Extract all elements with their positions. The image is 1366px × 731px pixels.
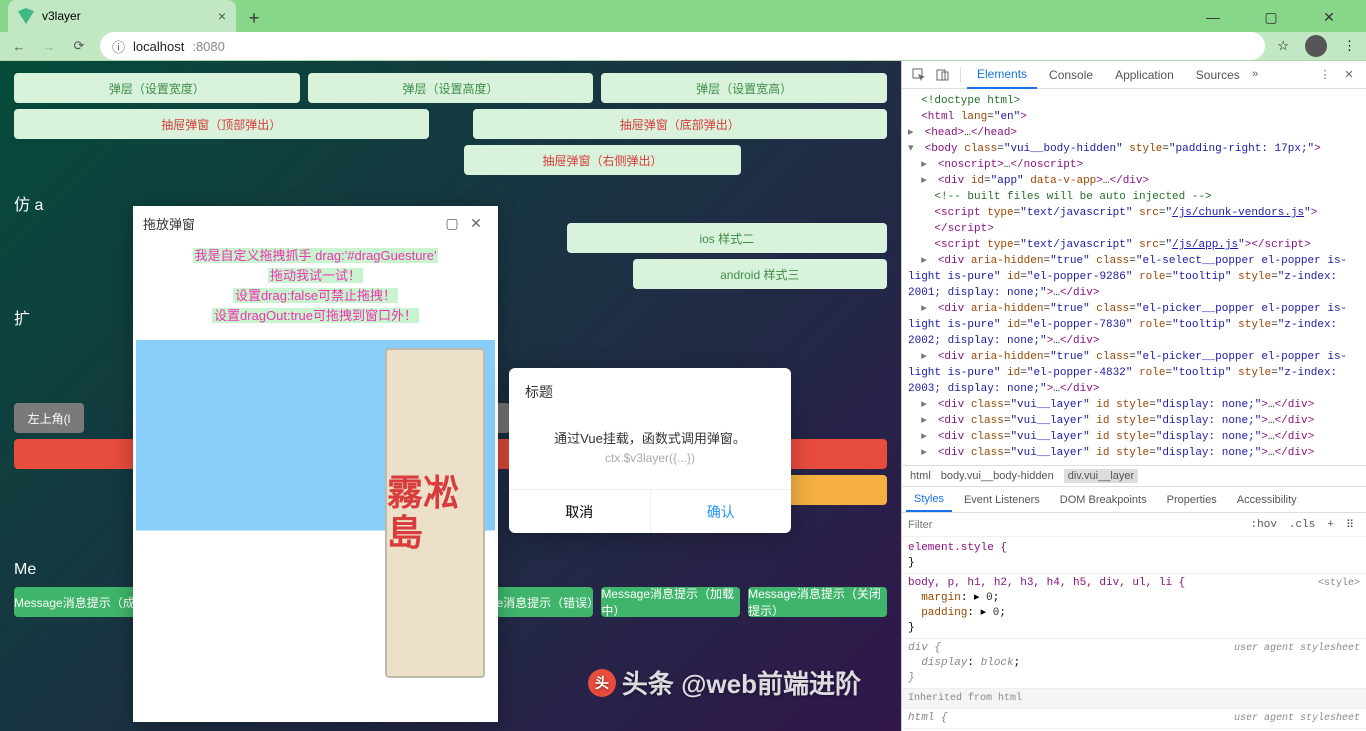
devtools-panel: Elements Console Application Sources » ⋮…	[901, 61, 1366, 731]
btn-drawer-top[interactable]: 抽屉弹窗（顶部弹出）	[14, 109, 429, 139]
tab-elements[interactable]: Elements	[967, 61, 1037, 89]
drag-modal-body: 我是自定义拖拽抓手 drag:'#dragGuesture' 拖动我试一试！ 设…	[133, 240, 498, 336]
msg-6[interactable]: Message消息提示（关闭提示）	[748, 587, 887, 617]
browser-toolbar: ← → ⟳ ⓘ localhost :8080 ☆ ⋮	[0, 32, 1366, 61]
minimize-icon[interactable]: —	[1196, 9, 1230, 26]
page-content: 弹层（设置宽度） 弹层（设置高度） 弹层（设置宽高） 抽屉弹窗（顶部弹出） 抽屉…	[0, 61, 901, 731]
btn-drawer-right[interactable]: 抽屉弹窗（右侧弹出）	[464, 145, 740, 175]
close-modal-icon[interactable]: ✕	[464, 215, 488, 232]
devtools-close-icon[interactable]: ✕	[1338, 64, 1360, 86]
subtab-styles[interactable]: Styles	[906, 488, 952, 512]
btn-width[interactable]: 弹层（设置宽度）	[14, 73, 300, 103]
subtab-dombp[interactable]: DOM Breakpoints	[1052, 489, 1155, 511]
vue-favicon	[18, 8, 34, 24]
maximize-icon[interactable]: ▢	[1254, 9, 1288, 26]
forward-icon[interactable]: →	[40, 37, 58, 55]
btn-height[interactable]: 弹层（设置高度）	[308, 73, 594, 103]
close-tab-icon[interactable]: ×	[218, 8, 226, 24]
btn-android3[interactable]: android 样式三	[633, 259, 887, 289]
drag-modal-image: 霧凇島	[136, 340, 495, 686]
btn-ios2[interactable]: ios 样式二	[567, 223, 887, 253]
bookmark-icon[interactable]: ☆	[1277, 38, 1289, 54]
back-icon[interactable]: ←	[10, 37, 28, 55]
maximize-modal-icon[interactable]: ▢	[440, 215, 464, 232]
hov-toggle[interactable]: :hov	[1245, 519, 1283, 531]
cls-toggle[interactable]: .cls	[1283, 519, 1321, 531]
window-controls: — ▢ ✕	[1196, 9, 1358, 32]
watermark: 头 头条 @web前端进阶	[588, 664, 861, 701]
devtools-settings-icon[interactable]: ⋮	[1314, 64, 1336, 86]
styles-filter-input[interactable]	[908, 519, 1245, 531]
info-icon[interactable]: ⓘ	[112, 37, 125, 56]
btn-drawer-bottom[interactable]: 抽屉弹窗（底部弹出）	[473, 109, 888, 139]
menu-icon[interactable]: ⋮	[1343, 38, 1356, 54]
profile-icon[interactable]	[1305, 35, 1327, 57]
subtab-events[interactable]: Event Listeners	[956, 489, 1048, 511]
drag-modal-title: 拖放弹窗	[143, 214, 195, 233]
url-port: :8080	[192, 39, 225, 54]
center-modal-code: ctx.$v3layer({...})	[525, 451, 775, 465]
reload-icon[interactable]: ⟳	[70, 37, 88, 55]
drag-modal[interactable]: 拖放弹窗 ▢ ✕ 我是自定义拖拽抓手 drag:'#dragGuesture' …	[133, 206, 498, 722]
msg-1[interactable]: Message消息提示（成功）	[14, 587, 153, 617]
btn-wh[interactable]: 弹层（设置宽高）	[601, 73, 887, 103]
subtab-props[interactable]: Properties	[1159, 489, 1225, 511]
tab-bar: v3layer × + — ▢ ✕	[0, 0, 1366, 32]
tab-title: v3layer	[42, 9, 210, 23]
cancel-button[interactable]: 取消	[509, 490, 650, 533]
more-tabs-icon[interactable]: »	[1252, 69, 1259, 81]
browser-tab[interactable]: v3layer ×	[8, 0, 236, 32]
url-host: localhost	[133, 39, 184, 54]
tab-console[interactable]: Console	[1039, 62, 1103, 88]
calligraphy-sign: 霧凇島	[385, 348, 485, 678]
inspect-icon[interactable]	[908, 64, 930, 86]
subtab-a11y[interactable]: Accessibility	[1229, 489, 1305, 511]
tab-application[interactable]: Application	[1105, 62, 1184, 88]
ok-button[interactable]: 确认	[650, 490, 792, 533]
styles-more-icon[interactable]: ⠿	[1340, 518, 1360, 532]
add-rule-icon[interactable]: +	[1321, 519, 1340, 531]
center-modal-title: 标题	[509, 368, 791, 412]
styles-pane[interactable]: element.style {} <style> body, p, h1, h2…	[902, 537, 1366, 731]
close-window-icon[interactable]: ✕	[1312, 9, 1346, 26]
dom-tree[interactable]: <!doctype html> <html lang="en"> ▸ <head…	[902, 89, 1366, 465]
new-tab-button[interactable]: +	[240, 4, 268, 32]
center-modal: 标题 通过Vue挂载，函数式调用弹窗。 ctx.$v3layer({...}) …	[509, 368, 791, 533]
msg-5[interactable]: Message消息提示（加载中）	[601, 587, 740, 617]
btn-topleft[interactable]: 左上角(l	[14, 403, 84, 433]
center-modal-text: 通过Vue挂载，函数式调用弹窗。	[525, 428, 775, 447]
address-bar[interactable]: ⓘ localhost :8080	[100, 32, 1265, 60]
toutiao-icon: 头	[588, 669, 616, 697]
device-icon[interactable]	[932, 64, 954, 86]
breadcrumb[interactable]: html body.vui__body-hidden div.vui__laye…	[902, 465, 1366, 487]
tab-sources[interactable]: Sources	[1186, 62, 1250, 88]
